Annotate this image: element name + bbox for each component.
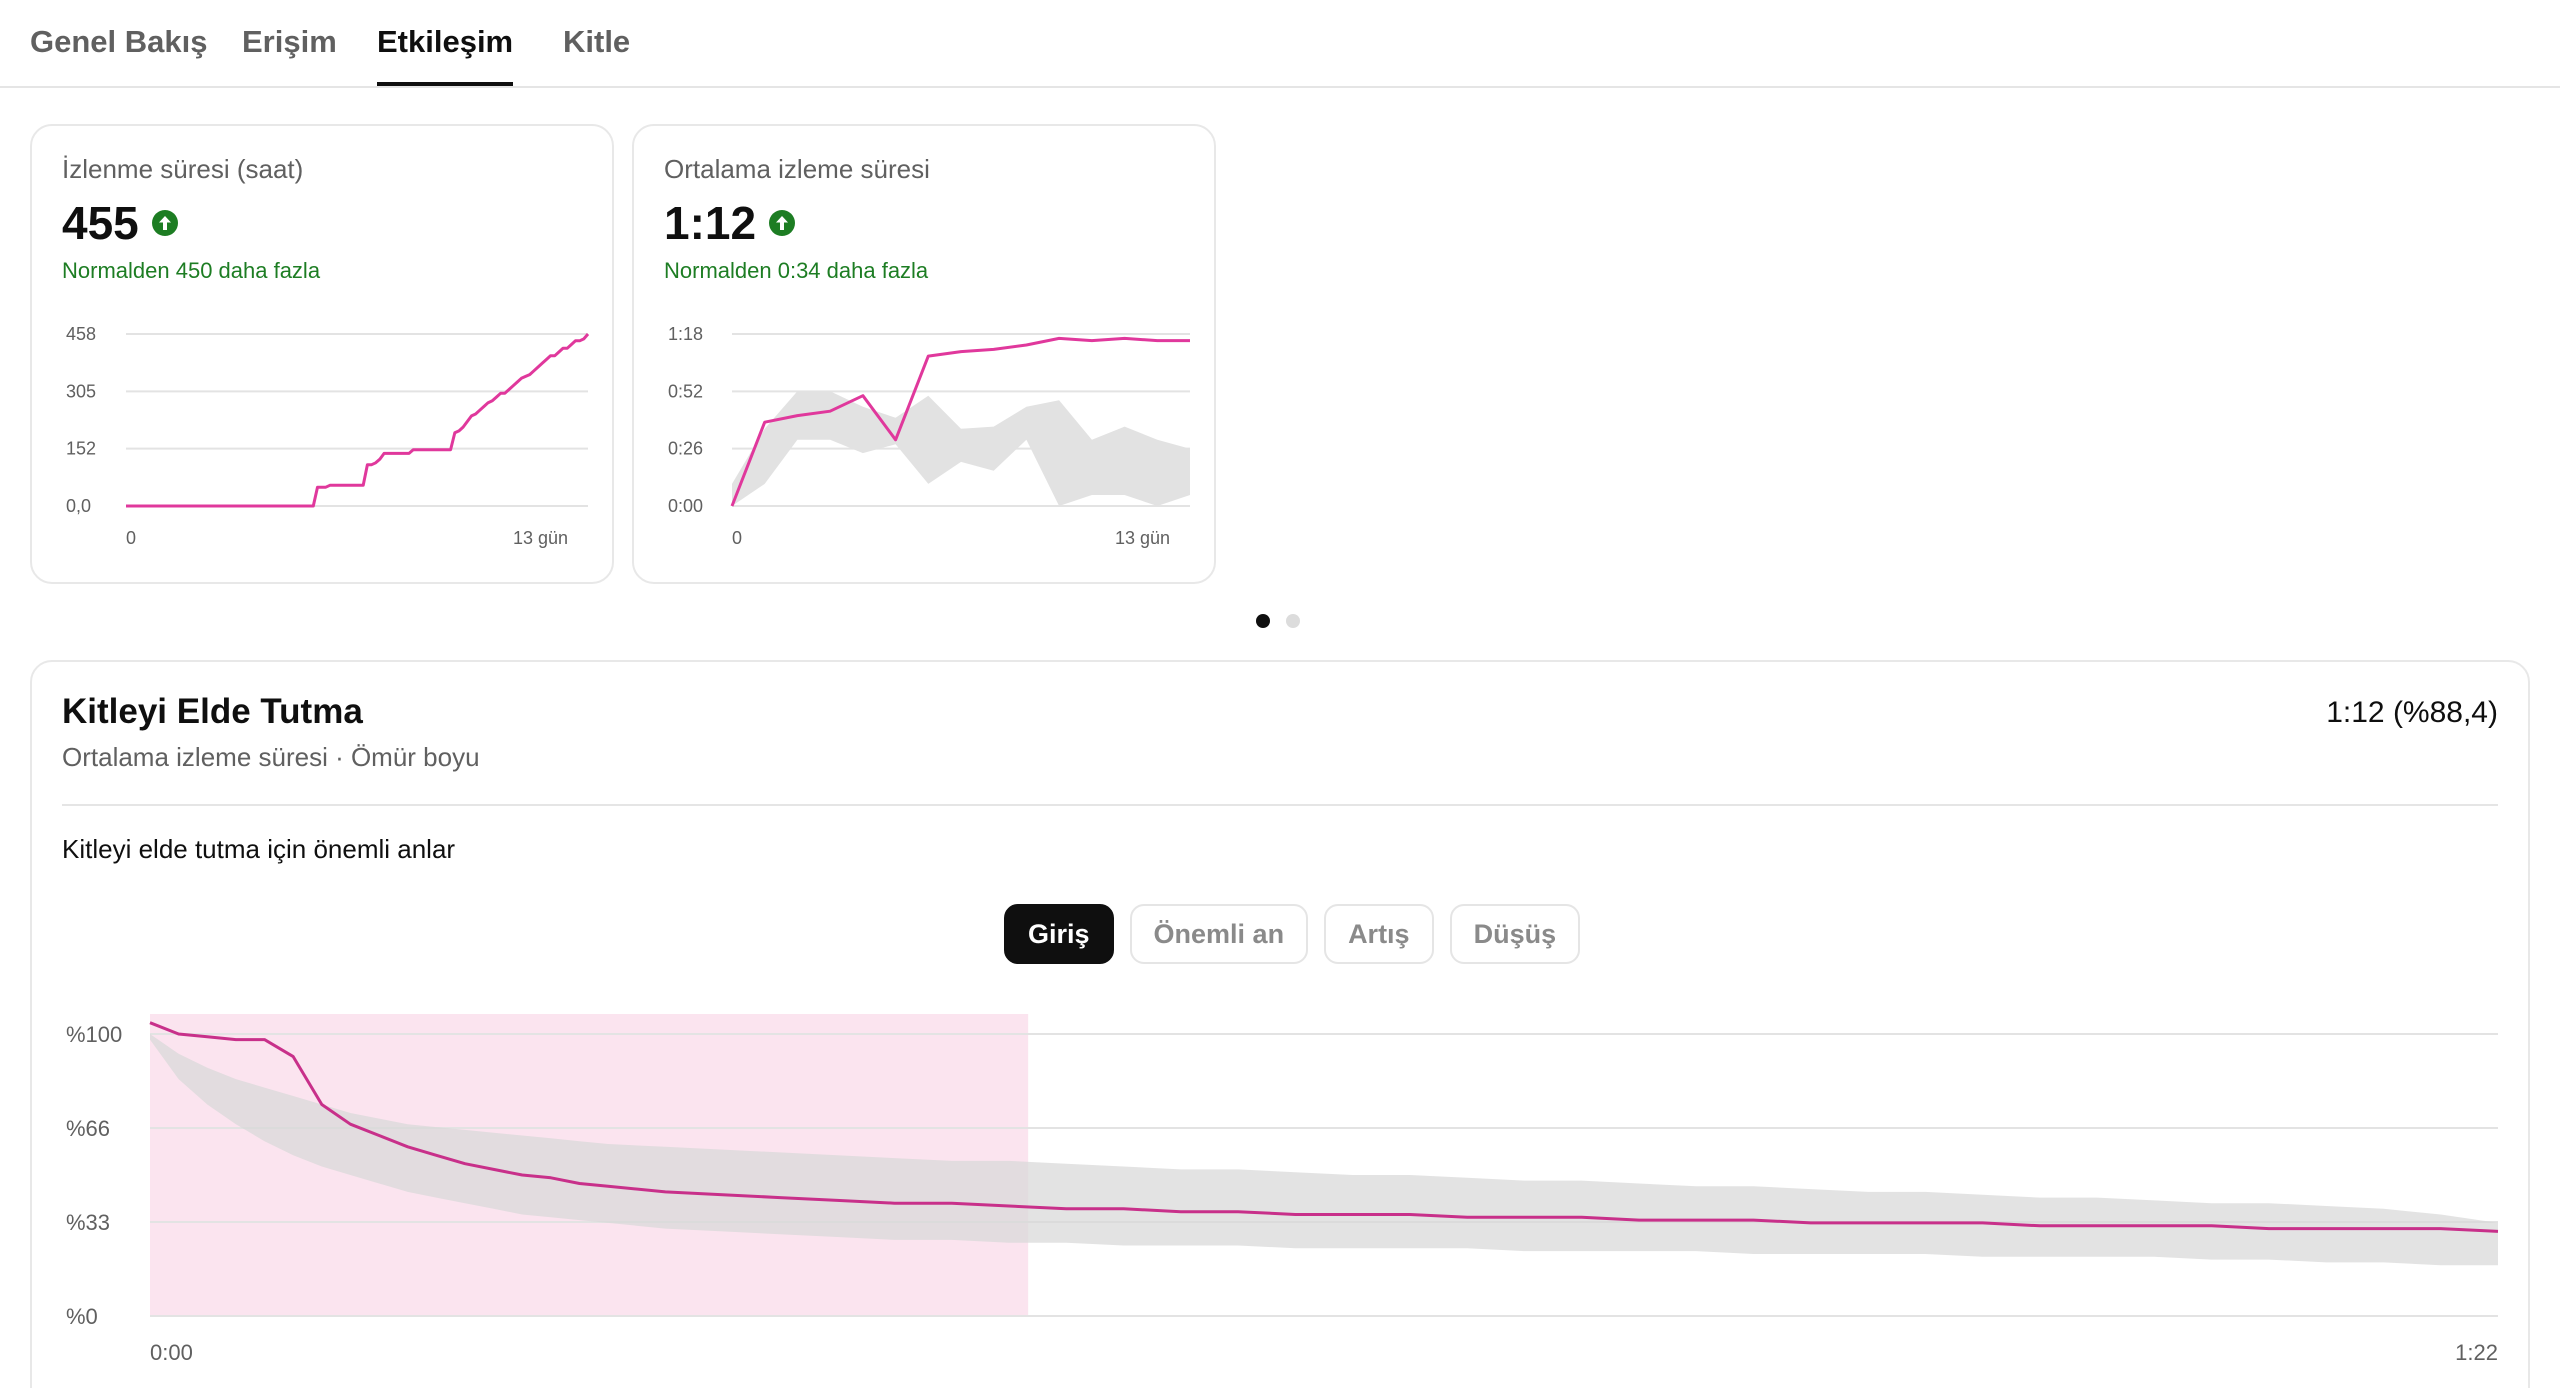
y-tick-label: 152: [66, 439, 96, 459]
pagination-dot-1[interactable]: [1256, 614, 1270, 628]
card-title: İzlenme süresi (saat): [62, 154, 304, 184]
audience-retention-card: %100 %66 %33 %0 0:00 1:22 Kitleyi Elde Tutma …: [30, 660, 2530, 1388]
watch-time-card[interactable]: 458 305 152 0,0 0 13 gün İzlenme süresi (saat…: [30, 124, 614, 584]
card-value: 455: [62, 197, 139, 249]
x-tick-label: 0: [126, 528, 136, 548]
card-title: Ortalama izleme süresi: [664, 154, 930, 184]
x-tick-label: 13 gün: [1115, 528, 1170, 548]
tab-engagement[interactable]: Etkileşim: [377, 24, 514, 86]
card-value: 1:12: [664, 197, 757, 249]
y-tick-label: %33: [66, 1210, 110, 1235]
chip-dip[interactable]: Düşüş: [1449, 904, 1581, 964]
y-tick-label: 458: [66, 324, 96, 344]
card-comparison-note: Normalden 450 daha fazla: [62, 258, 321, 283]
avg-view-duration-chart: 1:18 0:52 0:26 0:00 0 13 gün: [668, 324, 1190, 548]
card-pagination: [1256, 614, 1300, 628]
divider: [62, 804, 2498, 806]
y-tick-label: 305: [66, 381, 96, 401]
y-tick-label: %0: [66, 1304, 98, 1329]
tab-audience[interactable]: Kitle: [563, 24, 630, 86]
y-tick-label: 0:52: [668, 381, 703, 401]
retention-title: Kitleyi Elde Tutma: [62, 692, 363, 731]
card-comparison-note: Normalden 0:34 daha fazla: [664, 258, 929, 283]
tab-overview[interactable]: Genel Bakış: [30, 24, 207, 86]
series-line: [126, 333, 590, 508]
y-tick-label: 0,0: [66, 496, 91, 516]
y-tick-label: %100: [66, 1022, 122, 1047]
retention-subtitle: Ortalama izleme süresi · Ömür boyu: [62, 742, 480, 772]
x-tick-label: 1:22: [2455, 1340, 2498, 1365]
moment-filter-chips: Giriş Önemli an Artış Düşüş: [1004, 904, 1581, 964]
tab-bar: Genel Bakış Erişim Etkileşim Kitle: [0, 0, 2560, 88]
arrow-up-circle-icon: [769, 210, 796, 236]
card-value-row: 1:12: [664, 196, 796, 250]
retention-summary-value: 1:12 (%88,4): [2326, 696, 2498, 729]
card-value-row: 455: [62, 196, 179, 250]
pagination-dot-2[interactable]: [1286, 614, 1300, 628]
key-moments-label: Kitleyi elde tutma için önemli anlar: [62, 834, 456, 864]
y-tick-label: 1:18: [668, 324, 703, 344]
y-tick-label: 0:00: [668, 496, 703, 516]
chip-spike[interactable]: Artış: [1324, 904, 1434, 964]
chip-intro[interactable]: Giriş: [1004, 904, 1114, 964]
y-tick-label: 0:26: [668, 439, 703, 459]
avg-view-duration-card[interactable]: 1:18 0:52 0:26 0:00 0 13 gün Ortalama izleme …: [632, 124, 1216, 584]
arrow-up-circle-icon: [151, 210, 178, 236]
chip-key-moment[interactable]: Önemli an: [1129, 904, 1309, 964]
x-tick-label: 0:00: [150, 1340, 193, 1365]
x-tick-label: 13 gün: [513, 528, 568, 548]
x-tick-label: 0: [732, 528, 742, 548]
watch-time-chart: 458 305 152 0,0 0 13 gün: [66, 324, 590, 548]
tab-reach[interactable]: Erişim: [242, 24, 337, 86]
y-tick-label: %66: [66, 1116, 110, 1141]
